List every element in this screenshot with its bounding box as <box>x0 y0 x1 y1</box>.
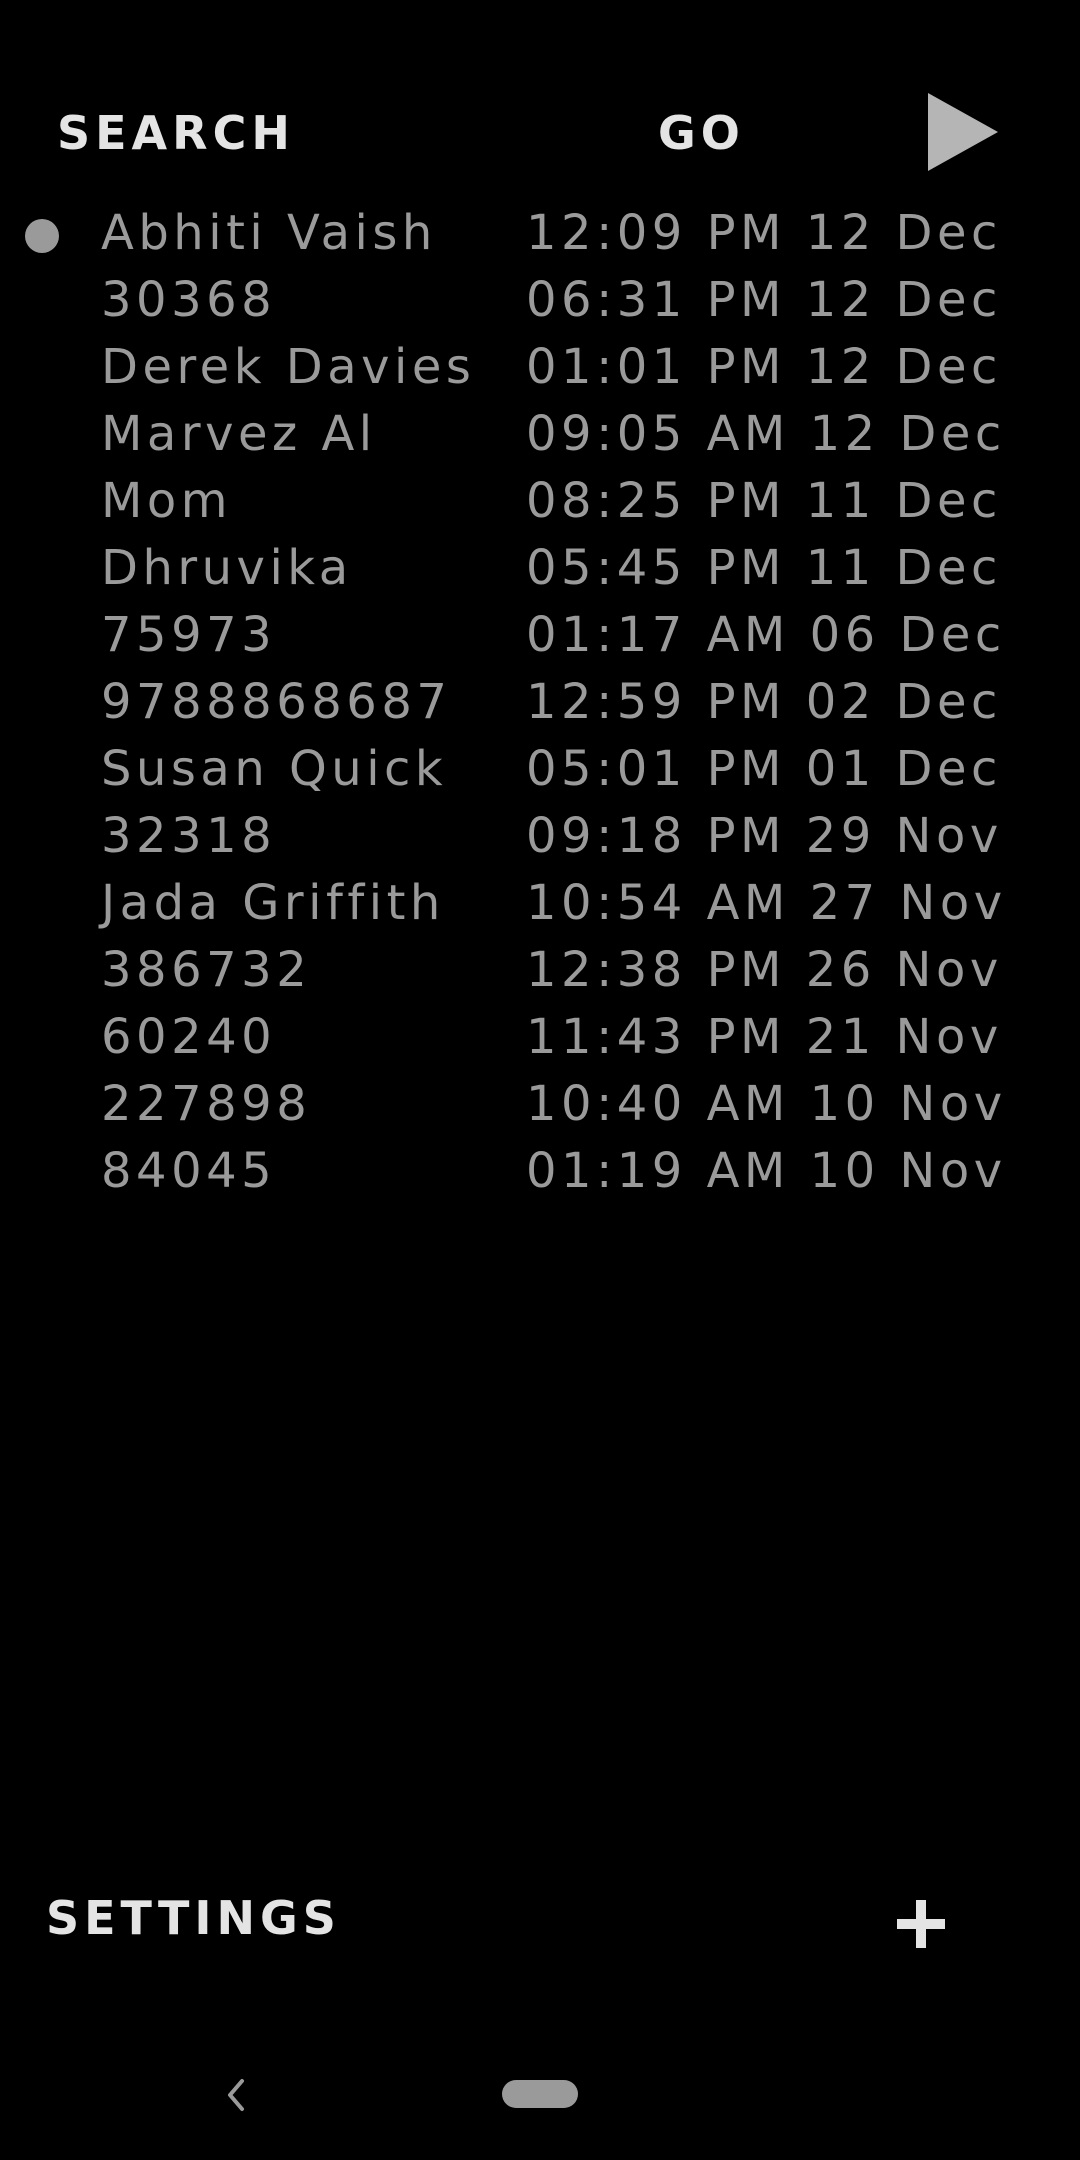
call-contact-name: 60240 <box>101 1009 277 1065</box>
call-row[interactable]: 32318 09:18 PM 29 Nov <box>0 803 1080 870</box>
call-row[interactable]: 84045 01:19 AM 10 Nov <box>0 1138 1080 1205</box>
call-row[interactable]: 386732 12:38 PM 26 Nov <box>0 937 1080 1004</box>
call-contact-name: Susan Quick <box>101 741 448 797</box>
call-contact-name: 386732 <box>101 942 312 998</box>
call-timestamp: 09:18 PM 29 Nov <box>526 808 1003 864</box>
call-row[interactable]: Derek Davies 01:01 PM 12 Dec <box>0 334 1080 401</box>
home-pill-icon[interactable] <box>502 2080 578 2108</box>
call-log-list: Abhiti Vaish 12:09 PM 12 Dec 30368 06:31 PM… <box>0 200 1080 1205</box>
unread-dot-icon <box>25 219 59 253</box>
call-contact-name: Dhruvika <box>101 540 353 596</box>
call-row[interactable]: Abhiti Vaish 12:09 PM 12 Dec <box>0 200 1080 267</box>
call-contact-name: Marvez Al <box>101 406 377 462</box>
call-timestamp: 11:43 PM 21 Nov <box>526 1009 1003 1065</box>
go-button[interactable]: GO <box>658 103 745 163</box>
call-row[interactable]: 60240 11:43 PM 21 Nov <box>0 1004 1080 1071</box>
call-row[interactable]: 75973 01:17 AM 06 Dec <box>0 602 1080 669</box>
call-timestamp: 12:09 PM 12 Dec <box>526 205 1002 261</box>
call-timestamp: 09:05 AM 12 Dec <box>526 406 1006 462</box>
call-timestamp: 10:40 AM 10 Nov <box>526 1076 1007 1132</box>
call-contact-name: 9788868687 <box>101 674 452 730</box>
play-icon[interactable] <box>928 93 998 171</box>
call-contact-name: Jada Griffith <box>101 875 445 931</box>
call-contact-name: 227898 <box>101 1076 312 1132</box>
call-contact-name: 30368 <box>101 272 277 328</box>
call-contact-name: Mom <box>101 473 233 529</box>
call-timestamp: 12:38 PM 26 Nov <box>526 942 1003 998</box>
search-button[interactable]: SEARCH <box>57 103 295 163</box>
call-timestamp: 12:59 PM 02 Dec <box>526 674 1002 730</box>
call-contact-name: 84045 <box>101 1143 277 1199</box>
call-row[interactable]: 227898 10:40 AM 10 Nov <box>0 1071 1080 1138</box>
top-bar: SEARCH GO <box>0 0 1080 200</box>
call-row[interactable]: Mom 08:25 PM 11 Dec <box>0 468 1080 535</box>
call-timestamp: 08:25 PM 11 Dec <box>526 473 1002 529</box>
call-timestamp: 10:54 AM 27 Nov <box>526 875 1007 931</box>
call-timestamp: 01:01 PM 12 Dec <box>526 339 1002 395</box>
call-contact-name: Abhiti Vaish <box>101 205 437 261</box>
call-row[interactable]: 9788868687 12:59 PM 02 Dec <box>0 669 1080 736</box>
call-row[interactable]: Marvez Al 09:05 AM 12 Dec <box>0 401 1080 468</box>
call-timestamp: 01:19 AM 10 Nov <box>526 1143 1007 1199</box>
call-timestamp: 06:31 PM 12 Dec <box>526 272 1002 328</box>
call-contact-name: 32318 <box>101 808 277 864</box>
call-timestamp: 05:45 PM 11 Dec <box>526 540 1002 596</box>
call-row[interactable]: Dhruvika 05:45 PM 11 Dec <box>0 535 1080 602</box>
call-contact-name: 75973 <box>101 607 277 663</box>
call-timestamp: 05:01 PM 01 Dec <box>526 741 1002 797</box>
call-row[interactable]: Jada Griffith 10:54 AM 27 Nov <box>0 870 1080 937</box>
chevron-left-icon[interactable] <box>222 2077 250 2113</box>
settings-button[interactable]: SETTINGS <box>46 1888 341 1948</box>
call-row[interactable]: 30368 06:31 PM 12 Dec <box>0 267 1080 334</box>
call-contact-name: Derek Davies <box>101 339 476 395</box>
call-row[interactable]: Susan Quick 05:01 PM 01 Dec <box>0 736 1080 803</box>
call-timestamp: 01:17 AM 06 Dec <box>526 607 1006 663</box>
plus-icon[interactable] <box>895 1898 947 1950</box>
